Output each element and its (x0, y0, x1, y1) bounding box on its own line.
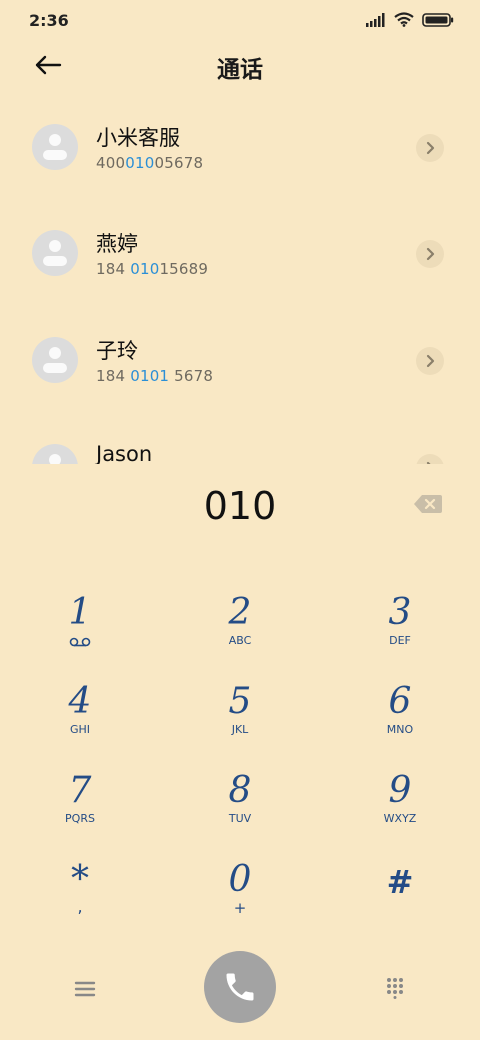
key-letters: TUV (228, 812, 252, 825)
menu-button[interactable] (74, 978, 96, 1000)
key-digit: 9 (388, 770, 412, 811)
status-time: 2:36 (29, 11, 69, 30)
chevron-right-icon (426, 247, 435, 261)
contact-item[interactable]: 子玲 184 0101 5678 (0, 309, 480, 415)
key-digit: # (386, 863, 414, 901)
chevron-right-icon (426, 461, 431, 464)
key-4[interactable]: 4 GHI (10, 679, 150, 759)
contact-name: Jason (96, 442, 153, 464)
key-digit: 8 (228, 770, 252, 811)
key-letters: DEF (389, 634, 411, 647)
contact-number: 40001005678 (96, 154, 204, 172)
dialpad-toggle-button[interactable] (386, 977, 404, 999)
page-title: 通话 (217, 57, 263, 83)
dialpad-icon (387, 978, 403, 999)
contact-number: 184 01015689 (96, 260, 209, 278)
bottom-bar (0, 950, 480, 1030)
key-digit: 1 (68, 592, 92, 633)
key-letters: WXYZ (383, 812, 417, 825)
contact-detail-button[interactable] (416, 454, 444, 464)
key-9[interactable]: 9 WXYZ (330, 768, 470, 848)
voicemail-icon (69, 637, 91, 647)
key-6[interactable]: 6 MNO (330, 679, 470, 759)
chevron-right-icon (426, 141, 435, 155)
wifi-icon (394, 12, 414, 27)
key-digit: 2 (228, 592, 252, 633)
signal-icon (366, 12, 385, 27)
status-icons (366, 12, 454, 27)
key-letters: ABC (228, 634, 252, 647)
key-5[interactable]: 5 JKL (170, 679, 310, 759)
avatar-icon (32, 337, 78, 383)
contact-name: 子玲 (96, 339, 138, 363)
key-digit: * (71, 859, 89, 900)
key-digit: 5 (228, 681, 252, 722)
dialed-number[interactable]: 010 (0, 484, 480, 528)
phone-icon (226, 973, 254, 1001)
key-7[interactable]: 7 PQRS (10, 768, 150, 848)
contact-item[interactable]: 小米客服 40001005678 (0, 96, 480, 202)
menu-icon (74, 981, 96, 997)
chevron-right-icon (426, 354, 435, 368)
key-8[interactable]: 8 TUV (170, 768, 310, 848)
battery-icon (422, 12, 454, 27)
key-letters: MNO (386, 723, 414, 736)
key-digit: 7 (68, 770, 92, 811)
contact-name: 小米客服 (96, 126, 180, 150)
key-letters: , (77, 897, 83, 916)
key-2[interactable]: 2 ABC (170, 590, 310, 670)
contact-item[interactable]: 燕婷 184 01015689 (0, 202, 480, 308)
backspace-button[interactable] (413, 494, 443, 514)
status-bar: 2:36 (0, 0, 480, 40)
contact-detail-button[interactable] (416, 240, 444, 268)
key-digit: 4 (68, 681, 92, 722)
key-star[interactable]: * , (10, 857, 150, 937)
key-digit: 6 (388, 681, 412, 722)
key-letters: GHI (69, 723, 91, 736)
avatar-icon (32, 124, 78, 170)
key-letters: PQRS (65, 812, 95, 825)
key-digit: 3 (388, 592, 412, 633)
contact-number: 184 0101 5678 (96, 367, 214, 385)
avatar-icon (32, 444, 78, 464)
call-button[interactable] (204, 951, 276, 1023)
contact-item[interactable]: Jason (0, 416, 480, 464)
key-digit: 0 (228, 859, 252, 900)
key-3[interactable]: 3 DEF (330, 590, 470, 670)
key-1[interactable]: 1 (10, 590, 150, 670)
contact-detail-button[interactable] (416, 134, 444, 162)
key-letters: + (233, 899, 247, 917)
key-letters: JKL (231, 723, 249, 736)
contact-list: 小米客服 40001005678 燕婷 184 01015689 子玲 184 … (0, 96, 480, 464)
contact-detail-button[interactable] (416, 347, 444, 375)
header: 通话 (0, 40, 480, 92)
avatar-icon (32, 230, 78, 276)
dial-display: 010 (0, 484, 480, 534)
backspace-icon (414, 495, 442, 513)
key-0[interactable]: 0 + (170, 857, 310, 937)
key-hash[interactable]: # (330, 857, 470, 937)
contact-name: 燕婷 (96, 232, 138, 256)
